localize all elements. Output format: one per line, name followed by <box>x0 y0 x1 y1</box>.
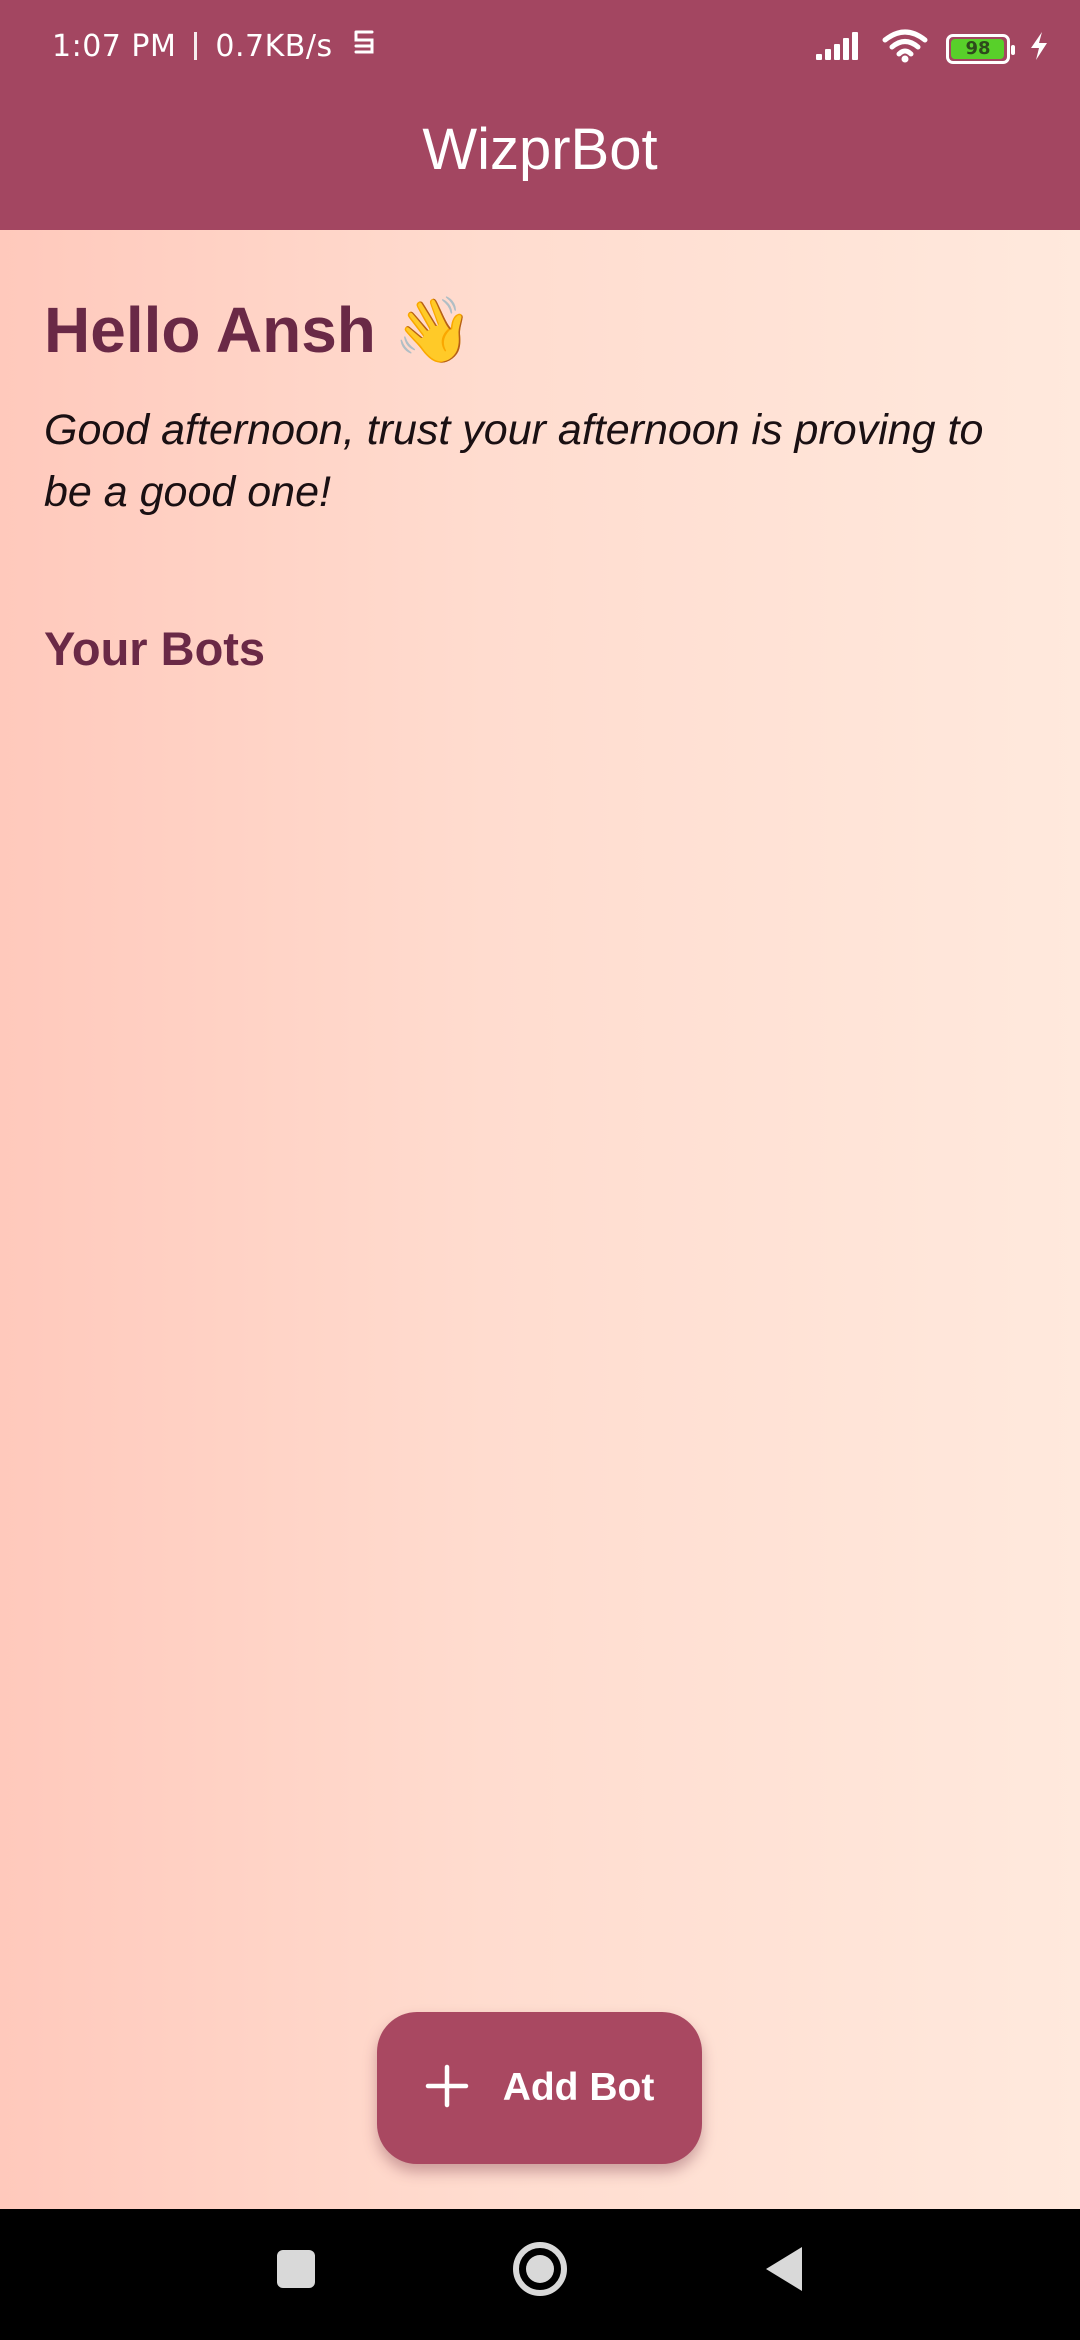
battery-icon: 98 <box>946 33 1015 64</box>
your-bots-heading: Your Bots <box>44 622 266 676</box>
app-bar: WizprBot <box>0 96 1080 230</box>
add-bot-button[interactable]: Add Bot <box>377 2012 702 2164</box>
app-title: WizprBot <box>422 117 658 182</box>
signal-icon <box>814 30 864 67</box>
greeting-subtitle: Good afternoon, trust your afternoon is … <box>44 405 984 517</box>
back-icon <box>762 2244 806 2299</box>
network-speed: 0.7KB/s <box>215 28 333 64</box>
screen: 1:07 PM 0.7KB/s 98 WizprBot Hello Ansh 👋… <box>0 0 1080 2340</box>
status-time: 1:07 PM <box>52 28 177 64</box>
recents-icon <box>275 2248 317 2295</box>
status-bar: 1:07 PM 0.7KB/s 98 <box>0 0 1080 96</box>
main-content: Hello Ansh 👋 Good afternoon, trust your … <box>44 230 1034 676</box>
recents-button[interactable] <box>256 2231 336 2311</box>
greeting-heading: Hello Ansh 👋 <box>44 294 474 366</box>
status-separator <box>194 32 198 60</box>
status-left: 1:07 PM 0.7KB/s <box>52 26 377 66</box>
home-icon <box>511 2240 569 2303</box>
navigation-bar <box>0 2209 1080 2340</box>
add-bot-label: Add Bot <box>502 2066 655 2109</box>
back-button[interactable] <box>744 2231 824 2311</box>
notification-icon <box>351 26 377 66</box>
home-button[interactable] <box>500 2231 580 2311</box>
wifi-icon <box>882 28 928 69</box>
battery-level: 98 <box>965 38 991 59</box>
status-right: 98 <box>814 28 1050 69</box>
plus-icon <box>425 2064 469 2113</box>
charging-icon <box>1028 31 1050 66</box>
